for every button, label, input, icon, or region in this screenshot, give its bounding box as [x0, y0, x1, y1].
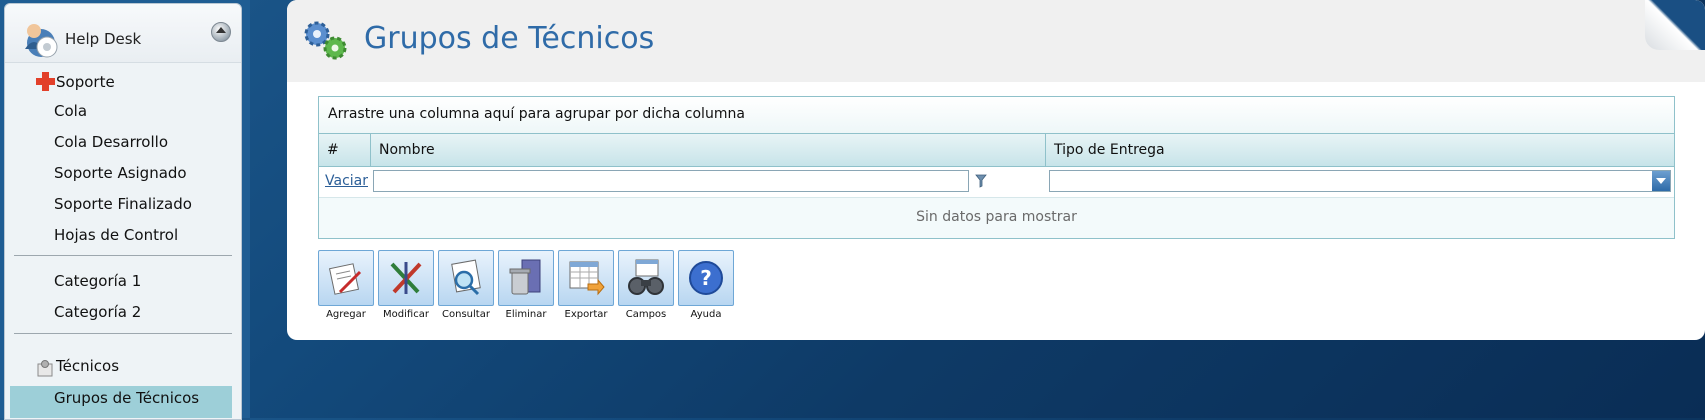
sidebar-item-categoria-2[interactable]: Categoría 2 [54, 303, 141, 321]
sidebar-item-cola-desarrollo[interactable]: Cola Desarrollo [54, 133, 168, 151]
column-header-number[interactable]: # [319, 134, 371, 166]
eliminar-label: Eliminar [505, 309, 547, 320]
grid-header-row: # Nombre Tipo de Entrega [319, 134, 1674, 167]
spreadsheet-export-icon [569, 261, 605, 296]
svg-text:?: ? [700, 266, 712, 290]
collapse-icon[interactable] [211, 22, 231, 42]
sidebar-header: Help Desk [5, 4, 241, 63]
sidebar-item-cola[interactable]: Cola [54, 102, 87, 120]
ayuda-button[interactable]: ? Ayuda [678, 250, 734, 320]
support-plus-icon [36, 72, 56, 92]
filter-row: Vaciar [319, 167, 1674, 198]
chevron-down-icon[interactable] [1652, 171, 1670, 191]
magnifier-document-icon [451, 259, 481, 296]
exportar-label: Exportar [564, 309, 608, 320]
page-header: Grupos de Técnicos [287, 0, 1705, 82]
nombre-filter-input[interactable] [373, 170, 969, 192]
binoculars-icon [628, 259, 664, 295]
sidebar-item-soporte[interactable]: Soporte [56, 73, 115, 91]
agregar-button[interactable]: Agregar [318, 250, 374, 320]
sidebar-divider [14, 255, 232, 256]
edit-pencils-icon [390, 262, 422, 294]
sidebar-item-tecnicos[interactable]: Técnicos [56, 357, 119, 375]
sidebar-item-soporte-finalizado[interactable]: Soporte Finalizado [54, 195, 192, 213]
column-header-nombre[interactable]: Nombre [371, 134, 1046, 166]
consultar-button[interactable]: Consultar [438, 250, 494, 320]
group-by-panel[interactable]: Arrastre una columna aquí para agrupar p… [319, 97, 1674, 134]
column-header-tipo-de-entrega[interactable]: Tipo de Entrega [1046, 134, 1674, 166]
sidebar-item-grupos-de-tecnicos[interactable]: Grupos de Técnicos [54, 389, 199, 407]
consultar-label: Consultar [442, 309, 490, 320]
add-record-icon [328, 263, 362, 295]
modificar-button[interactable]: Modificar [378, 250, 434, 320]
sidebar-title: Help Desk [65, 30, 142, 48]
help-icon: ? [689, 261, 723, 295]
agregar-label: Agregar [326, 309, 366, 320]
sidebar-item-categoria-1[interactable]: Categoría 1 [54, 272, 141, 290]
group-by-hint: Arrastre una columna aquí para agrupar p… [328, 106, 745, 122]
tipo-de-entrega-filter-select[interactable] [1049, 170, 1671, 192]
eliminar-button[interactable]: Eliminar [498, 250, 554, 320]
page-title: Grupos de Técnicos [364, 21, 655, 56]
campos-button[interactable]: Campos [618, 250, 674, 320]
help-desk-logo-icon [25, 24, 58, 58]
sidebar: Help Desk Soporte Cola Cola Desarrollo S… [0, 0, 250, 420]
ayuda-label: Ayuda [690, 309, 722, 320]
sidebar-item-soporte-asignado[interactable]: Soporte Asignado [54, 164, 187, 182]
trash-bin-icon [509, 259, 541, 295]
exportar-button[interactable]: Exportar [558, 250, 614, 320]
empty-data-message: Sin datos para mostrar [319, 198, 1674, 238]
campos-label: Campos [625, 309, 667, 320]
sidebar-divider [14, 333, 232, 334]
clear-filter-link[interactable]: Vaciar [325, 173, 368, 189]
main-window: Grupos de Técnicos Arrastre una columna … [287, 0, 1705, 340]
gears-icon [304, 21, 347, 60]
sidebar-item-hojas-de-control[interactable]: Hojas de Control [54, 226, 178, 244]
technicians-icon [37, 360, 53, 377]
data-grid: Arrastre una columna aquí para agrupar p… [318, 96, 1675, 239]
filter-icon[interactable] [975, 174, 987, 188]
page-curl-decoration [1645, 0, 1705, 50]
modificar-label: Modificar [383, 309, 429, 320]
